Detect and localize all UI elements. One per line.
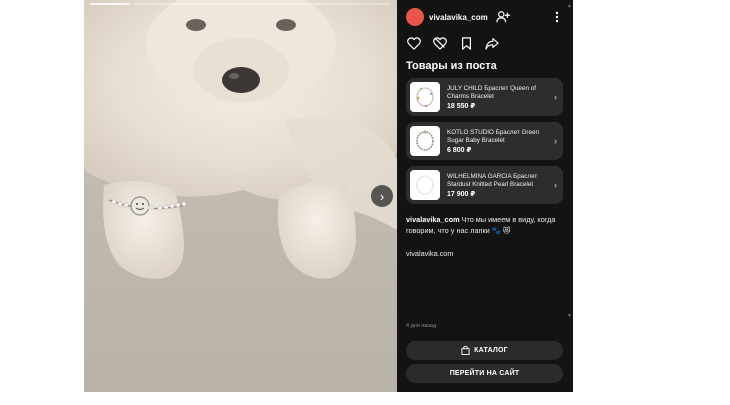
like-button[interactable] — [406, 35, 422, 51]
bracelet-thumbnail-icon — [416, 130, 434, 151]
add-user-icon[interactable] — [496, 10, 510, 24]
author-name[interactable]: vivalavika_com — [429, 13, 488, 22]
chevron-right-icon: › — [554, 136, 557, 146]
save-button[interactable] — [458, 35, 474, 51]
story-progress-active — [90, 3, 130, 5]
post-side-panel: vivalavika_com Товары из поста JULY CHIL… — [397, 0, 573, 392]
product-card[interactable]: WILHELMINA GARCIA Браслет Stardust Knitt… — [406, 166, 563, 204]
product-name: KOTLO STUDIO Браслет Green Sugar Baby Br… — [447, 128, 540, 144]
product-price: 6 800 ₽ — [447, 146, 472, 154]
products-section-title: Товары из поста — [406, 60, 497, 72]
panel-scrollbar[interactable] — [568, 4, 571, 317]
share-arrow-icon — [485, 37, 499, 50]
heart-icon — [407, 36, 421, 50]
story-progress-track — [134, 3, 391, 5]
caption-author[interactable]: vivalavika_com — [406, 215, 460, 224]
next-media-button[interactable]: › — [371, 185, 393, 207]
product-name: WILHELMINA GARCIA Браслет Stardust Knitt… — [447, 172, 538, 188]
chevron-right-icon: › — [554, 92, 557, 102]
product-info: KOTLO STUDIO Браслет Green Sugar Baby Br… — [447, 129, 550, 154]
chevron-right-icon: › — [379, 188, 385, 204]
product-card[interactable]: JULY CHILD Браслет Queen of Charms Brace… — [406, 78, 563, 116]
post-caption: vivalavika_com Что мы имеем в виду, когд… — [406, 214, 563, 236]
dislike-button[interactable] — [432, 35, 448, 51]
caption-link[interactable]: vivalavika.com — [406, 249, 563, 258]
post-media[interactable]: › — [84, 0, 397, 392]
dog-photo — [84, 0, 397, 392]
catalog-button[interactable]: КАТАЛОГ — [406, 341, 563, 360]
product-price: 18 550 ₽ — [447, 102, 476, 110]
post-timestamp: 4 дня назад — [406, 323, 437, 329]
post-viewer-modal: › vivalavika_com Товары из поста JULY CH… — [84, 0, 573, 392]
shopping-bag-icon — [461, 346, 470, 355]
more-vertical-icon[interactable] — [551, 10, 563, 24]
chevron-right-icon: › — [554, 180, 557, 190]
product-thumbnail — [410, 170, 440, 200]
product-price: 17 900 ₽ — [447, 190, 476, 198]
product-thumbnail — [410, 82, 440, 112]
product-info: JULY CHILD Браслет Queen of Charms Brace… — [447, 85, 550, 110]
share-button[interactable] — [484, 35, 500, 51]
bracelet-thumbnail-icon — [416, 87, 434, 108]
product-thumbnail — [410, 126, 440, 156]
bracelet-thumbnail-icon — [416, 175, 434, 195]
catalog-button-label: КАТАЛОГ — [474, 347, 508, 354]
post-actions — [406, 32, 563, 54]
heart-broken-icon — [433, 36, 447, 50]
product-info: WILHELMINA GARCIA Браслет Stardust Knitt… — [447, 173, 550, 198]
avatar[interactable] — [406, 8, 424, 26]
bookmark-icon — [461, 36, 471, 50]
product-name: JULY CHILD Браслет Queen of Charms Brace… — [447, 84, 537, 100]
author-row: vivalavika_com — [406, 2, 563, 32]
go-to-site-button[interactable]: ПЕРЕЙТИ НА САЙТ — [406, 364, 563, 383]
go-to-site-button-label: ПЕРЕЙТИ НА САЙТ — [449, 370, 520, 377]
product-card[interactable]: KOTLO STUDIO Браслет Green Sugar Baby Br… — [406, 122, 563, 160]
